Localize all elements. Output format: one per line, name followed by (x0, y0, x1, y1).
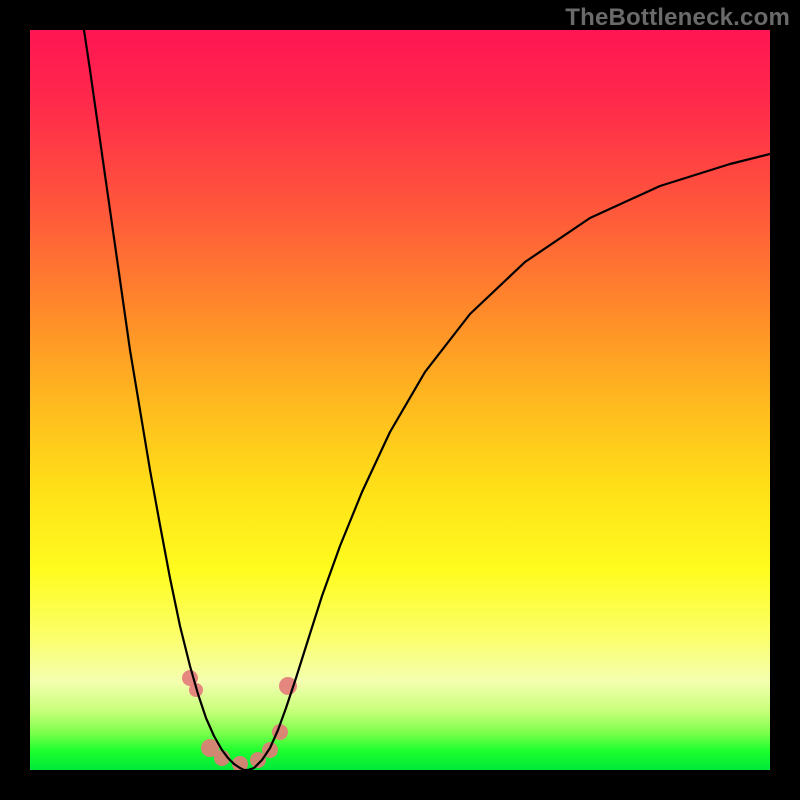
chart-svg (30, 30, 770, 770)
plot-area (30, 30, 770, 770)
watermark-text: TheBottleneck.com (565, 4, 790, 32)
chart-frame: TheBottleneck.com (0, 0, 800, 800)
v-curve (84, 30, 770, 770)
pink-dots (182, 670, 297, 770)
